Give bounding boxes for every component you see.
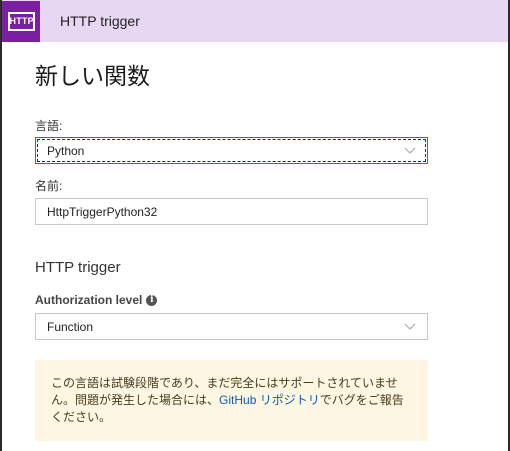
info-icon[interactable]: i <box>146 294 158 306</box>
language-select-value: Python <box>47 143 85 158</box>
chevron-down-icon <box>404 323 416 331</box>
authorization-level-select[interactable]: Function <box>35 313 428 340</box>
http-logo-icon: HTTP <box>2 0 40 42</box>
name-input-value: HttpTriggerPython32 <box>47 204 158 219</box>
name-label: 名前: <box>35 179 63 193</box>
page-title: 新しい関数 <box>35 63 150 89</box>
name-input[interactable]: HttpTriggerPython32 <box>35 198 428 225</box>
panel-content: 新しい関数 言語: Python 名前: HttpTriggerPython32… <box>2 42 508 451</box>
experimental-language-notice: この言語は試験段階であり、まだ完全にはサポートされていません。問題が発生した場合… <box>35 360 428 441</box>
authorization-level-value: Function <box>47 319 94 334</box>
panel-header: HTTP HTTP trigger <box>2 0 508 42</box>
github-repository-link[interactable]: GitHub リポジトリ <box>219 393 320 407</box>
header-title: HTTP trigger <box>60 13 140 29</box>
trigger-section-title: HTTP trigger <box>35 259 121 276</box>
language-label: 言語: <box>35 119 63 133</box>
logo-text: HTTP <box>7 11 35 31</box>
function-creation-panel: HTTP HTTP trigger 新しい関数 言語: Python 名前: H… <box>0 0 510 451</box>
authorization-level-label-text: Authorization level <box>35 293 143 307</box>
language-select[interactable]: Python <box>35 137 428 164</box>
chevron-down-icon <box>404 147 416 155</box>
authorization-level-label: Authorization level i <box>35 292 158 308</box>
